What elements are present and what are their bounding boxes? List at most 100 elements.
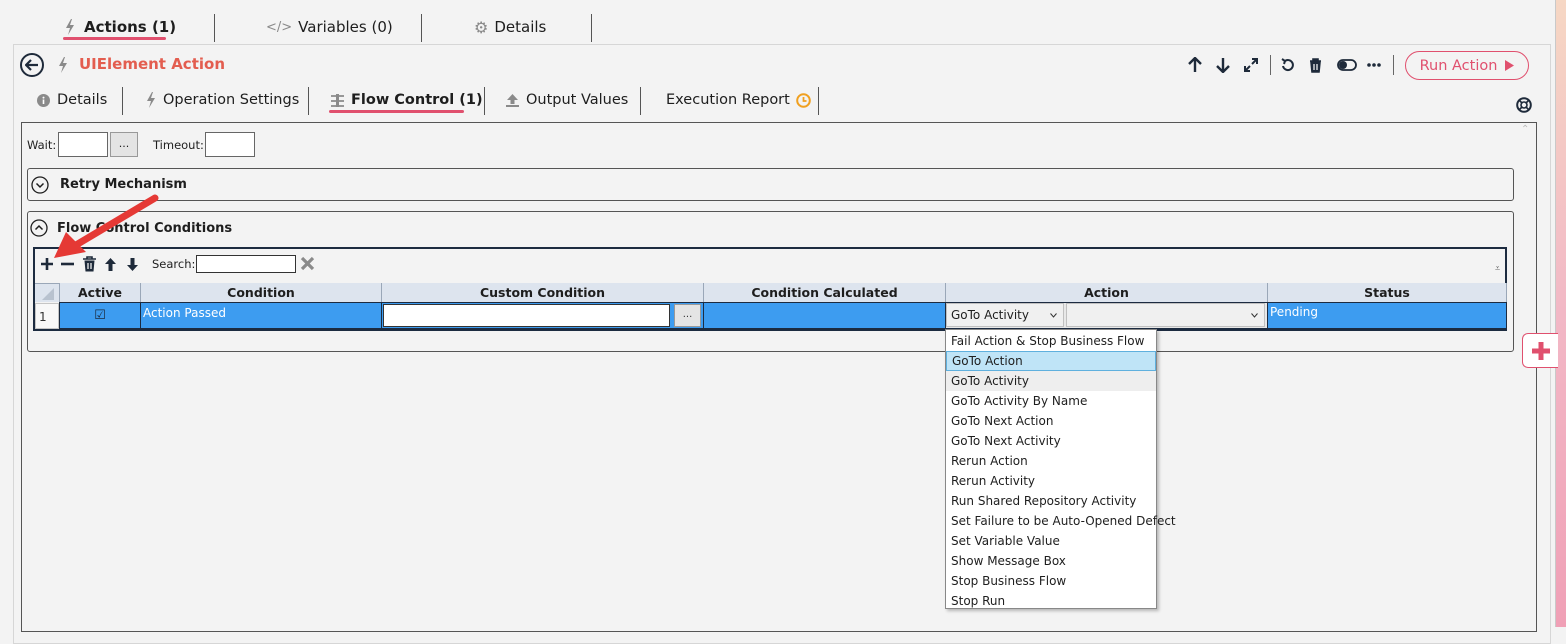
play-icon [1505, 60, 1515, 71]
cell-condition[interactable]: Action Passed [140, 302, 381, 329]
sub-tab-label: Flow Control (1) [351, 92, 483, 108]
lightning-icon [64, 19, 76, 35]
dropdown-option[interactable]: GoTo Next Action [946, 411, 1156, 431]
sub-tab-label: Operation Settings [163, 92, 300, 108]
condition-value: Action Passed [143, 306, 226, 320]
top-tab-label: Actions (1) [84, 18, 177, 36]
action-dropdown-list: Fail Action & Stop Business Flow GoTo Ac… [945, 329, 1176, 611]
sub-tab-output-values[interactable]: Output Values [505, 89, 628, 111]
back-arrow-icon [25, 59, 39, 71]
column-header-status[interactable]: Status [1267, 283, 1507, 302]
column-header-custom-condition[interactable]: Custom Condition [381, 283, 703, 302]
timeout-input[interactable] [205, 132, 255, 157]
dropdown-option-selected[interactable]: GoTo Activity [946, 371, 1156, 391]
lightning-icon [58, 57, 68, 73]
action-type-select[interactable]: GoTo Activity [946, 303, 1064, 327]
custom-condition-browse-button[interactable]: ... [674, 304, 701, 327]
arrow-down-icon[interactable] [1216, 57, 1236, 73]
column-header-condition[interactable]: Condition [140, 283, 381, 302]
status-value: Pending [1270, 305, 1318, 319]
column-header-active[interactable]: Active [59, 283, 140, 302]
wait-browse-button[interactable]: ... [110, 132, 138, 157]
sub-tab-operation-settings[interactable]: Operation Settings [146, 89, 299, 111]
upload-icon [505, 93, 520, 107]
side-add-icon [1530, 340, 1552, 362]
page-title: UIElement Action [79, 55, 225, 73]
dropdown-option[interactable]: Show Message Box [946, 551, 1156, 571]
side-add-button[interactable] [1522, 333, 1558, 368]
run-action-button[interactable]: Run Action [1405, 51, 1529, 80]
grid-scroll-indicator: ⩡ [1495, 264, 1501, 274]
dropdown-option[interactable]: Rerun Action [946, 451, 1156, 471]
row-number: 1 [35, 303, 59, 329]
action-value-select[interactable] [1066, 303, 1265, 327]
clock-icon [796, 92, 811, 108]
run-action-label: Run Action [1419, 57, 1498, 74]
toolbar-divider [1270, 55, 1271, 75]
dropdown-option[interactable]: Rerun Activity [946, 471, 1156, 491]
flow-icon [330, 93, 345, 108]
column-header-action[interactable]: Action [945, 283, 1267, 302]
dropdown-option[interactable]: Stop Run [946, 591, 1156, 611]
expand-icon[interactable] [1244, 58, 1264, 72]
dropdown-option[interactable]: Set Variable Value [946, 531, 1156, 551]
tab-divider [484, 87, 485, 115]
cell-active[interactable]: ☑ [59, 302, 140, 329]
dropdown-option[interactable]: Set Failure to be Auto-Opened Defect [946, 511, 1176, 531]
annotation-arrow [54, 194, 159, 258]
sub-tab-details[interactable]: Details [37, 89, 107, 111]
active-subtab-underline [329, 110, 464, 113]
dropdown-option[interactable]: Stop Business Flow [946, 571, 1156, 591]
cell-status[interactable]: Pending [1267, 302, 1507, 329]
sub-tab-label: Execution Report [666, 92, 790, 108]
dropdown-option-highlighted[interactable]: GoTo Action [946, 351, 1156, 371]
top-tab-label: Variables (0) [298, 18, 393, 36]
top-tab-details[interactable]: ⚙ Details [474, 14, 546, 40]
dropdown-option[interactable]: Fail Action & Stop Business Flow [946, 331, 1156, 351]
tab-divider [818, 87, 819, 115]
top-tab-label: Details [494, 18, 547, 36]
tab-divider [122, 87, 123, 115]
tab-divider [640, 87, 641, 115]
tab-divider [421, 14, 422, 42]
active-tab-underline [63, 37, 166, 40]
chevron-down-icon [1251, 312, 1258, 318]
sub-tab-execution-report[interactable]: Execution Report [666, 89, 811, 111]
tab-divider [308, 87, 309, 115]
grid-search-input[interactable] [196, 255, 296, 273]
top-tab-variables[interactable]: </> Variables (0) [266, 14, 393, 40]
lightning-icon [146, 92, 156, 108]
trash-icon[interactable] [1309, 57, 1329, 73]
help-ring-icon[interactable] [1516, 97, 1532, 113]
timeout-label: Timeout: [153, 138, 204, 152]
action-type-value: GoTo Activity [951, 308, 1029, 322]
wait-input[interactable] [58, 132, 108, 157]
window-edge-line [1555, 0, 1556, 627]
arrow-up-icon[interactable] [1188, 57, 1208, 73]
wait-label: Wait: [27, 138, 57, 152]
toggle-icon[interactable] [1337, 59, 1359, 71]
scroll-up-indicator[interactable]: ⌃ [1521, 124, 1529, 135]
sub-tab-label: Details [57, 92, 108, 108]
dropdown-option[interactable]: GoTo Next Activity [946, 431, 1156, 451]
retry-mechanism-expander[interactable]: Retry Mechanism [27, 168, 1514, 201]
code-icon: </> [266, 19, 293, 35]
toolbar-divider [1393, 55, 1394, 75]
back-button[interactable] [20, 53, 44, 77]
info-icon [37, 93, 50, 107]
more-icon[interactable] [1367, 63, 1385, 67]
close-x-icon[interactable] [300, 256, 315, 271]
sub-tab-flow-control[interactable]: Flow Control (1) [330, 89, 483, 111]
undo-icon[interactable] [1281, 58, 1301, 72]
column-header-condition-calculated[interactable]: Condition Calculated [703, 283, 945, 302]
action-toolbar [1188, 55, 1394, 75]
cell-condition-calculated [703, 302, 945, 329]
checkbox[interactable]: ☑ [94, 308, 106, 323]
row-header-corner [35, 283, 59, 302]
tab-divider [591, 14, 592, 42]
dropdown-option[interactable]: Run Shared Repository Activity [946, 491, 1156, 511]
tab-divider [214, 14, 215, 42]
chevron-down-icon [1050, 312, 1057, 318]
custom-condition-input[interactable] [383, 304, 670, 327]
dropdown-option[interactable]: GoTo Activity By Name [946, 391, 1156, 411]
